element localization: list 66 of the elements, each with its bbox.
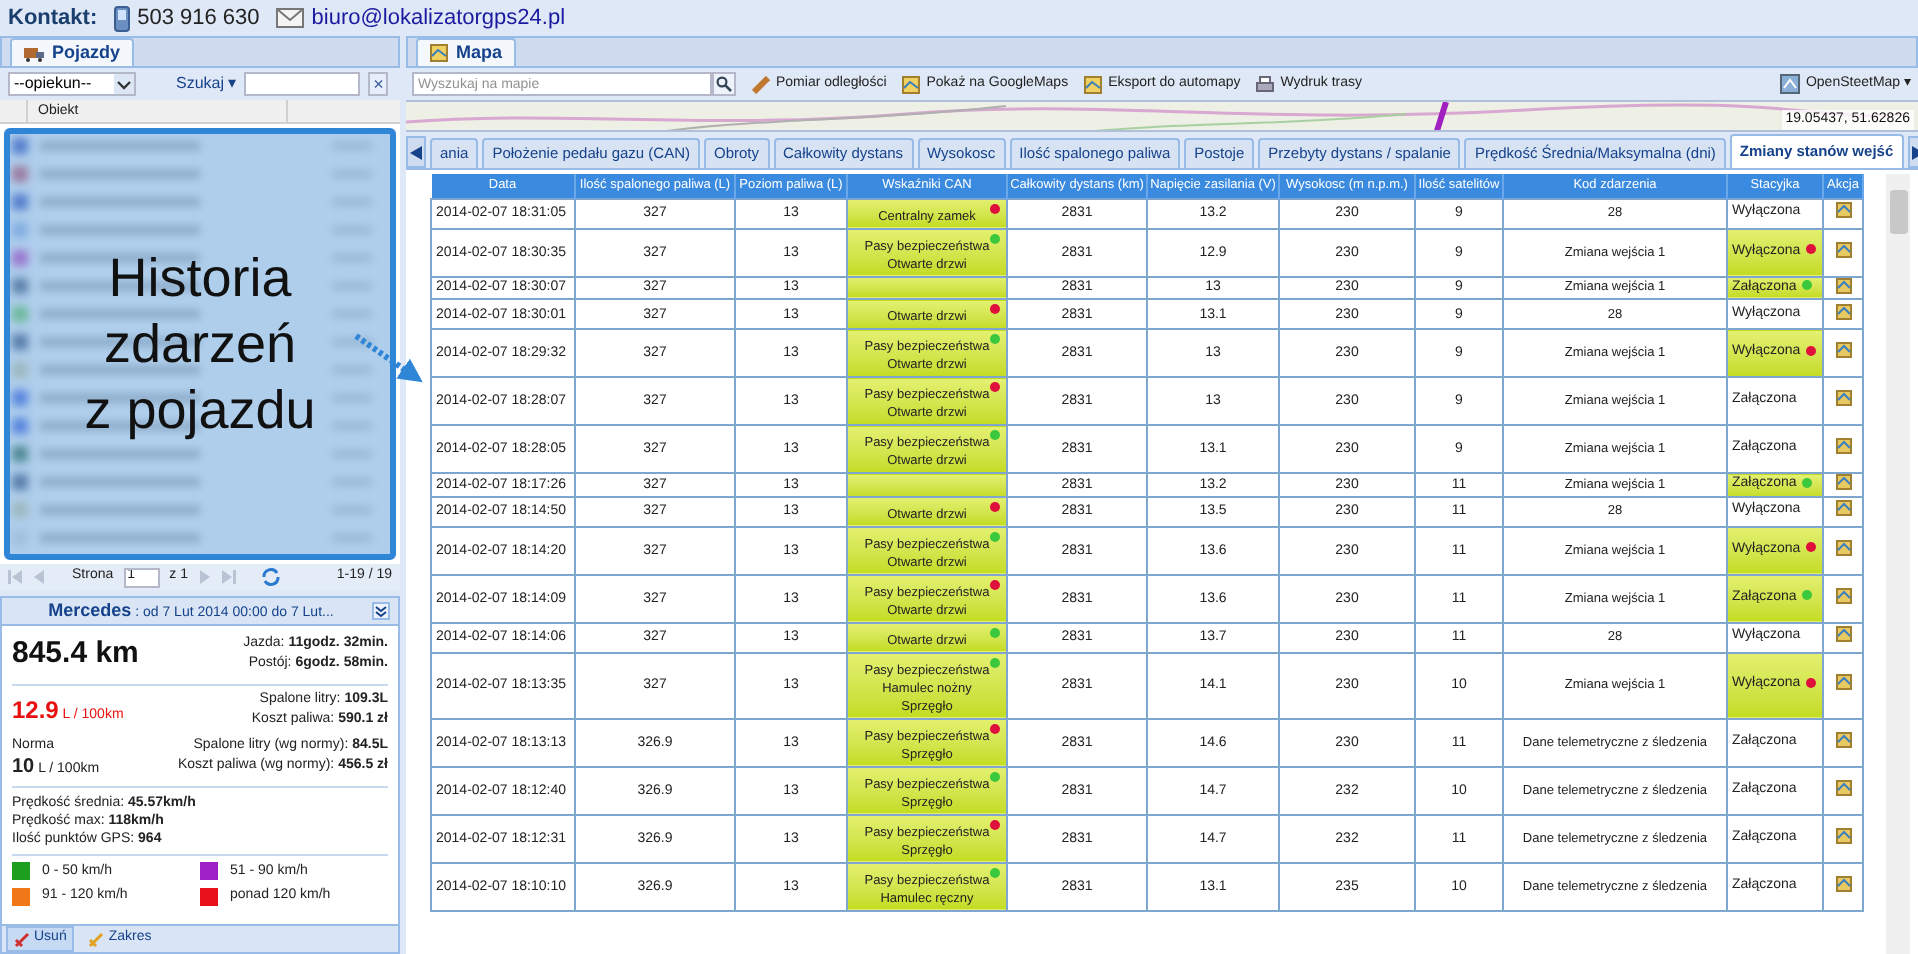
map-icon [430,44,448,62]
search-menu-button[interactable]: Szukaj ▾ [176,72,237,96]
map-icon [1835,390,1851,407]
show-on-map-button[interactable] [1835,438,1851,455]
map-icon [1835,587,1851,604]
map-icon [1835,674,1851,691]
contact-label: Kontakt: [8,3,98,34]
total-distance: 845.4 km [12,634,139,674]
caret-icon [114,74,134,94]
show-on-map-button[interactable] [1835,500,1851,517]
map-icon [1835,474,1851,491]
previous-page-icon [32,570,46,584]
show-on-map-button[interactable] [1835,342,1851,359]
collapse-icon [372,602,390,620]
phone-icon [113,5,130,31]
show-on-map-button[interactable] [1835,587,1851,604]
show-on-map-button[interactable] [1835,626,1851,643]
show-on-map-button[interactable] [1835,827,1851,844]
first-page-icon [8,570,22,584]
last-page-icon [221,570,236,584]
show-on-map-button[interactable] [1835,390,1851,407]
map-icon [1835,241,1851,258]
map-icon [1835,779,1851,796]
map-tab[interactable]: Mapa [416,38,517,66]
show-on-map-button[interactable] [1835,303,1851,320]
vehicles-tab[interactable]: Pojazdy [10,38,135,66]
show-on-map-button[interactable] [1835,875,1851,892]
map-icon [1084,75,1103,93]
pencil-icon [88,931,105,947]
refresh-icon [261,568,280,586]
map-icon [1835,626,1851,643]
search-icon [716,76,732,92]
scroll-left-button[interactable] [406,136,426,168]
truck-icon [24,45,44,61]
search-field[interactable] [244,72,361,96]
map-icon [1835,202,1851,219]
caretaker-select[interactable]: --opiekun-- [8,72,136,96]
show-on-map-button[interactable] [1835,241,1851,258]
map-icon [902,75,921,93]
show-on-map-button[interactable] [1835,539,1851,556]
clear-button[interactable]: × [368,72,389,96]
overlay-caption: Historia zdarzeń z pojazdu [84,245,316,443]
show-on-map-button[interactable] [1835,202,1851,219]
arrow-left-icon [410,145,422,159]
map-icon [1835,731,1851,748]
mail-icon [275,8,304,28]
phone-number: 503 916 630 [137,3,260,34]
map-icon [1835,438,1851,455]
map-icon [1835,342,1851,359]
show-on-map-button[interactable] [1835,474,1851,491]
ruler-icon [752,75,770,93]
show-on-map-button[interactable] [1835,277,1851,294]
map-icon [1835,875,1851,892]
show-on-map-button[interactable] [1835,674,1851,691]
search-button[interactable] [712,72,736,96]
show-on-map-button[interactable] [1835,779,1851,796]
show-on-map-button[interactable] [1835,731,1851,748]
map-icon [1835,500,1851,517]
printer-icon [1256,75,1275,93]
map-icon [1835,303,1851,320]
scrollbar-thumb[interactable] [1889,190,1907,234]
email-link[interactable]: biuro@lokalizatorgps24.pl [311,1,566,35]
next-page-icon [197,570,212,584]
map-icon [1835,827,1851,844]
map-icon [1835,539,1851,556]
map-icon [1835,277,1851,294]
